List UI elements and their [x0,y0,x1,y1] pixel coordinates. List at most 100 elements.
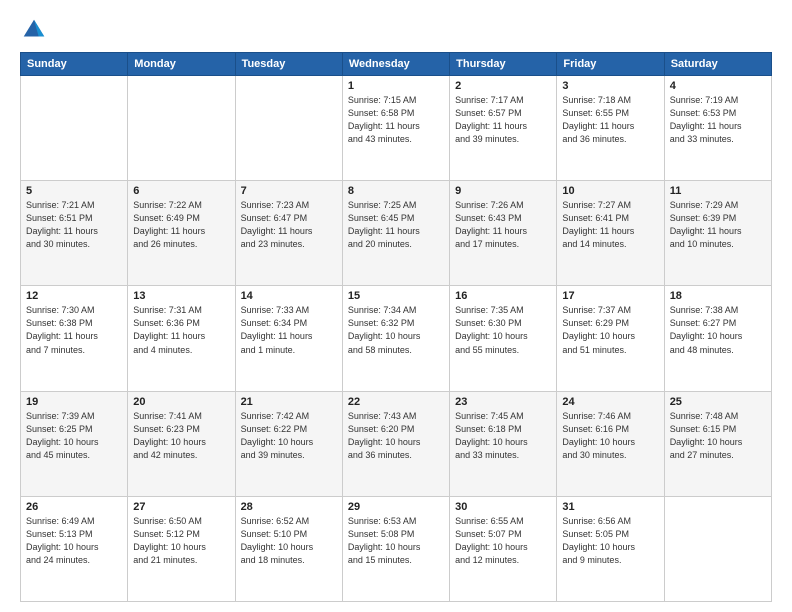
day-number: 17 [562,290,658,302]
calendar-day-header: Sunday [21,53,128,76]
calendar-cell [21,76,128,181]
calendar-day-header: Tuesday [235,53,342,76]
day-info: Sunrise: 6:53 AM Sunset: 5:08 PM Dayligh… [348,515,444,567]
day-number: 30 [455,501,551,513]
day-number: 1 [348,80,444,92]
day-number: 11 [670,185,766,197]
calendar-cell: 22 Sunrise: 7:43 AM Sunset: 6:20 PM Dayli… [342,391,449,496]
calendar-cell [128,76,235,181]
page: SundayMondayTuesdayWednesdayThursdayFrid… [0,0,792,612]
day-info: Sunrise: 7:30 AM Sunset: 6:38 PM Dayligh… [26,304,122,356]
day-number: 18 [670,290,766,302]
day-info: Sunrise: 6:56 AM Sunset: 5:05 PM Dayligh… [562,515,658,567]
calendar-cell: 26 Sunrise: 6:49 AM Sunset: 5:13 PM Dayli… [21,496,128,601]
header [20,16,772,44]
calendar-cell: 1 Sunrise: 7:15 AM Sunset: 6:58 PM Daylig… [342,76,449,181]
day-info: Sunrise: 7:46 AM Sunset: 6:16 PM Dayligh… [562,410,658,462]
calendar-cell: 23 Sunrise: 7:45 AM Sunset: 6:18 PM Dayli… [450,391,557,496]
day-info: Sunrise: 6:52 AM Sunset: 5:10 PM Dayligh… [241,515,337,567]
day-number: 25 [670,396,766,408]
calendar-cell: 14 Sunrise: 7:33 AM Sunset: 6:34 PM Dayli… [235,286,342,391]
calendar-cell: 19 Sunrise: 7:39 AM Sunset: 6:25 PM Dayli… [21,391,128,496]
day-number: 28 [241,501,337,513]
calendar-cell: 30 Sunrise: 6:55 AM Sunset: 5:07 PM Dayli… [450,496,557,601]
day-info: Sunrise: 7:34 AM Sunset: 6:32 PM Dayligh… [348,304,444,356]
calendar-week-row: 12 Sunrise: 7:30 AM Sunset: 6:38 PM Dayli… [21,286,772,391]
day-number: 15 [348,290,444,302]
day-number: 20 [133,396,229,408]
calendar-cell: 6 Sunrise: 7:22 AM Sunset: 6:49 PM Daylig… [128,181,235,286]
day-number: 7 [241,185,337,197]
day-info: Sunrise: 7:25 AM Sunset: 6:45 PM Dayligh… [348,199,444,251]
calendar-cell [235,76,342,181]
day-number: 23 [455,396,551,408]
day-number: 26 [26,501,122,513]
day-number: 13 [133,290,229,302]
day-info: Sunrise: 7:29 AM Sunset: 6:39 PM Dayligh… [670,199,766,251]
day-info: Sunrise: 7:26 AM Sunset: 6:43 PM Dayligh… [455,199,551,251]
day-info: Sunrise: 7:33 AM Sunset: 6:34 PM Dayligh… [241,304,337,356]
day-info: Sunrise: 7:19 AM Sunset: 6:53 PM Dayligh… [670,94,766,146]
day-info: Sunrise: 7:48 AM Sunset: 6:15 PM Dayligh… [670,410,766,462]
calendar-table: SundayMondayTuesdayWednesdayThursdayFrid… [20,52,772,602]
calendar-cell: 9Sunrise: 7:26 AM Sunset: 6:43 PM Daylig… [450,181,557,286]
calendar-day-header: Saturday [664,53,771,76]
day-number: 22 [348,396,444,408]
day-number: 4 [670,80,766,92]
logo [20,16,52,44]
day-number: 27 [133,501,229,513]
day-number: 14 [241,290,337,302]
day-number: 10 [562,185,658,197]
calendar-cell: 16 Sunrise: 7:35 AM Sunset: 6:30 PM Dayli… [450,286,557,391]
calendar-cell: 31 Sunrise: 6:56 AM Sunset: 5:05 PM Dayli… [557,496,664,601]
day-number: 29 [348,501,444,513]
calendar-cell: 13Sunrise: 7:31 AM Sunset: 6:36 PM Dayli… [128,286,235,391]
calendar-cell: 15 Sunrise: 7:34 AM Sunset: 6:32 PM Dayli… [342,286,449,391]
calendar-cell: 29 Sunrise: 6:53 AM Sunset: 5:08 PM Dayli… [342,496,449,601]
calendar-week-row: 1 Sunrise: 7:15 AM Sunset: 6:58 PM Daylig… [21,76,772,181]
calendar-cell: 7 Sunrise: 7:23 AM Sunset: 6:47 PM Daylig… [235,181,342,286]
day-info: Sunrise: 7:35 AM Sunset: 6:30 PM Dayligh… [455,304,551,356]
day-number: 19 [26,396,122,408]
calendar-cell: 25 Sunrise: 7:48 AM Sunset: 6:15 PM Dayli… [664,391,771,496]
day-info: Sunrise: 7:39 AM Sunset: 6:25 PM Dayligh… [26,410,122,462]
day-info: Sunrise: 7:38 AM Sunset: 6:27 PM Dayligh… [670,304,766,356]
day-info: Sunrise: 7:43 AM Sunset: 6:20 PM Dayligh… [348,410,444,462]
day-info: Sunrise: 6:55 AM Sunset: 5:07 PM Dayligh… [455,515,551,567]
day-number: 3 [562,80,658,92]
day-number: 21 [241,396,337,408]
day-info: Sunrise: 7:22 AM Sunset: 6:49 PM Dayligh… [133,199,229,251]
day-info: Sunrise: 7:21 AM Sunset: 6:51 PM Dayligh… [26,199,122,251]
day-info: Sunrise: 7:17 AM Sunset: 6:57 PM Dayligh… [455,94,551,146]
calendar-week-row: 19 Sunrise: 7:39 AM Sunset: 6:25 PM Dayli… [21,391,772,496]
calendar-cell: 3 Sunrise: 7:18 AM Sunset: 6:55 PM Daylig… [557,76,664,181]
calendar-cell: 10Sunrise: 7:27 AM Sunset: 6:41 PM Dayli… [557,181,664,286]
calendar-cell: 4 Sunrise: 7:19 AM Sunset: 6:53 PM Daylig… [664,76,771,181]
day-info: Sunrise: 7:18 AM Sunset: 6:55 PM Dayligh… [562,94,658,146]
calendar-day-header: Friday [557,53,664,76]
day-number: 12 [26,290,122,302]
day-info: Sunrise: 7:45 AM Sunset: 6:18 PM Dayligh… [455,410,551,462]
day-number: 8 [348,185,444,197]
calendar-header-row: SundayMondayTuesdayWednesdayThursdayFrid… [21,53,772,76]
calendar-cell: 8 Sunrise: 7:25 AM Sunset: 6:45 PM Daylig… [342,181,449,286]
logo-icon [20,16,48,44]
day-number: 24 [562,396,658,408]
calendar-cell: 24 Sunrise: 7:46 AM Sunset: 6:16 PM Dayli… [557,391,664,496]
calendar-cell: 2Sunrise: 7:17 AM Sunset: 6:57 PM Daylig… [450,76,557,181]
day-info: Sunrise: 7:41 AM Sunset: 6:23 PM Dayligh… [133,410,229,462]
calendar-day-header: Monday [128,53,235,76]
calendar-cell: 5 Sunrise: 7:21 AM Sunset: 6:51 PM Daylig… [21,181,128,286]
day-info: Sunrise: 7:23 AM Sunset: 6:47 PM Dayligh… [241,199,337,251]
day-info: Sunrise: 6:49 AM Sunset: 5:13 PM Dayligh… [26,515,122,567]
day-info: Sunrise: 6:50 AM Sunset: 5:12 PM Dayligh… [133,515,229,567]
calendar-cell: 21Sunrise: 7:42 AM Sunset: 6:22 PM Dayli… [235,391,342,496]
calendar-cell: 11 Sunrise: 7:29 AM Sunset: 6:39 PM Dayli… [664,181,771,286]
calendar-cell: 27 Sunrise: 6:50 AM Sunset: 5:12 PM Dayli… [128,496,235,601]
day-number: 31 [562,501,658,513]
day-info: Sunrise: 7:15 AM Sunset: 6:58 PM Dayligh… [348,94,444,146]
day-number: 16 [455,290,551,302]
day-number: 6 [133,185,229,197]
calendar-day-header: Wednesday [342,53,449,76]
day-number: 5 [26,185,122,197]
